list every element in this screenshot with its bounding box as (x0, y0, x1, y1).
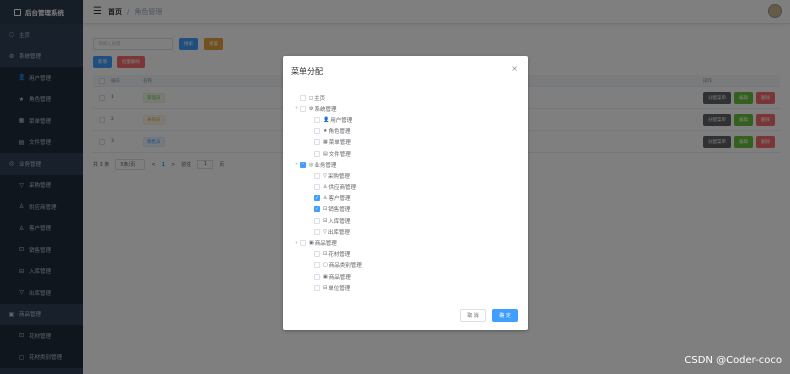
cancel-button[interactable]: 取 消 (460, 309, 486, 322)
dialog-footer: 取 消 确 定 (460, 309, 518, 322)
tree-node-label: 商品管理 (314, 241, 337, 248)
expand-arrow-icon[interactable]: ▾ (293, 106, 300, 111)
tree-node-label: 主页 (314, 95, 326, 102)
tree-checkbox[interactable] (314, 128, 320, 135)
tree-node[interactable]: ✓ ⊡ 销售管理 (293, 204, 362, 215)
tree-node[interactable]: ▢ 商品类别管理 (293, 260, 362, 271)
tree-checkbox[interactable] (314, 172, 320, 179)
tree-node[interactable]: ▾ – ◎ 业务管理 (293, 159, 362, 170)
tree-node[interactable]: ▾ ⚙ 系统管理 (293, 103, 362, 114)
tree-checkbox[interactable] (300, 94, 306, 101)
tree-node-icon: ⚙ (309, 105, 314, 112)
tree-node-icon: ▤ (323, 150, 328, 157)
tree-checkbox[interactable] (314, 150, 320, 157)
tree-node-label: 角色管理 (328, 129, 351, 136)
expand-arrow-icon[interactable]: ▾ (293, 241, 300, 246)
close-icon[interactable]: × (511, 64, 518, 73)
tree-node[interactable]: ♙ 供应商管理 (293, 182, 362, 193)
tree-node-label: 文件管理 (328, 151, 351, 158)
tree-node-label: 供应商管理 (328, 185, 356, 192)
tree-node-icon: ▣ (309, 240, 314, 247)
tree-checkbox[interactable] (314, 284, 320, 291)
tree-node-label: 客户管理 (328, 196, 351, 203)
expand-arrow-icon[interactable]: ▾ (293, 162, 300, 167)
tree-node[interactable]: ▽ 出库管理 (293, 226, 362, 237)
tree-node-icon: 👤 (323, 116, 330, 123)
tree-node-icon: ♙ (323, 184, 328, 191)
tree-node[interactable]: ⊟ 入库管理 (293, 215, 362, 226)
tree-checkbox[interactable] (314, 139, 320, 146)
tree-node-label: 出库管理 (327, 229, 350, 236)
tree-node-icon: ◻ (309, 94, 314, 101)
tree-node-label: 业务管理 (314, 162, 337, 169)
tree-node-icon: ▽ (323, 228, 327, 235)
tree-node-icon: ⊟ (323, 217, 328, 224)
tree-checkbox[interactable] (314, 262, 320, 269)
tree-node-icon: ▢ (323, 262, 328, 269)
tree-node[interactable]: ⊡ 花材管理 (293, 249, 362, 260)
menu-tree: ◻ 主页 ▾ ⚙ 系统管理 👤 用户管理 ★ 角色管理 ▦ 菜单管理 ▤ 文件管理 ▾ – ◎ 业务管理 ▽ 采购管… (293, 92, 362, 293)
tree-node-label: 入库管理 (328, 218, 351, 225)
tree-node-icon: ♙ (323, 195, 328, 202)
tree-checkbox[interactable]: ✓ (314, 206, 320, 213)
tree-node-label: 菜单管理 (328, 140, 351, 147)
tree-checkbox[interactable]: – (300, 161, 306, 168)
menu-assign-dialog: 菜单分配 × ◻ 主页 ▾ ⚙ 系统管理 👤 用户管理 ★ 角色管理 ▦ 菜单管理 ▤ 文件管理 ▾ – ◎ 业… (283, 56, 528, 330)
tree-node-icon: ⊟ (323, 284, 328, 291)
tree-checkbox[interactable] (314, 228, 320, 235)
tree-node-icon: ★ (323, 128, 328, 135)
tree-node-icon: ⊡ (323, 251, 328, 258)
tree-node[interactable]: ▤ 文件管理 (293, 148, 362, 159)
confirm-button[interactable]: 确 定 (492, 309, 518, 322)
tree-node-icon: ▣ (323, 273, 328, 280)
tree-node[interactable]: ◻ 主页 (293, 92, 362, 103)
tree-checkbox[interactable] (314, 273, 320, 280)
tree-checkbox[interactable] (314, 116, 320, 123)
tree-node[interactable]: ★ 角色管理 (293, 126, 362, 137)
tree-node-label: 销售管理 (328, 207, 351, 214)
tree-checkbox[interactable] (314, 217, 320, 224)
tree-checkbox[interactable] (300, 240, 306, 247)
tree-node[interactable]: ▾ ▣ 商品管理 (293, 237, 362, 248)
tree-checkbox[interactable]: ✓ (314, 195, 320, 202)
tree-node-label: 商品类别管理 (328, 263, 362, 270)
tree-node[interactable]: ⊟ 单位管理 (293, 282, 362, 293)
tree-node[interactable]: ▽ 采购管理 (293, 170, 362, 181)
tree-node-label: 采购管理 (327, 173, 350, 180)
tree-node-icon: ⊡ (323, 206, 328, 213)
tree-checkbox[interactable] (314, 251, 320, 258)
tree-node-label: 商品管理 (328, 274, 351, 281)
tree-checkbox[interactable] (314, 184, 320, 191)
tree-node[interactable]: 👤 用户管理 (293, 114, 362, 125)
tree-node[interactable]: ▣ 商品管理 (293, 271, 362, 282)
tree-node-label: 花材管理 (328, 252, 351, 259)
watermark: CSDN @Coder-coco (684, 355, 782, 366)
tree-node-label: 单位管理 (328, 285, 351, 292)
tree-node-icon: ▦ (323, 139, 328, 146)
tree-node[interactable]: ✓ ♙ 客户管理 (293, 193, 362, 204)
tree-node[interactable]: ▦ 菜单管理 (293, 137, 362, 148)
dialog-title: 菜单分配 (291, 67, 323, 76)
tree-node-label: 用户管理 (330, 117, 353, 124)
tree-node-icon: ◎ (309, 161, 314, 168)
tree-node-icon: ▽ (323, 172, 327, 179)
tree-node-label: 系统管理 (314, 106, 337, 113)
tree-checkbox[interactable] (300, 105, 306, 112)
